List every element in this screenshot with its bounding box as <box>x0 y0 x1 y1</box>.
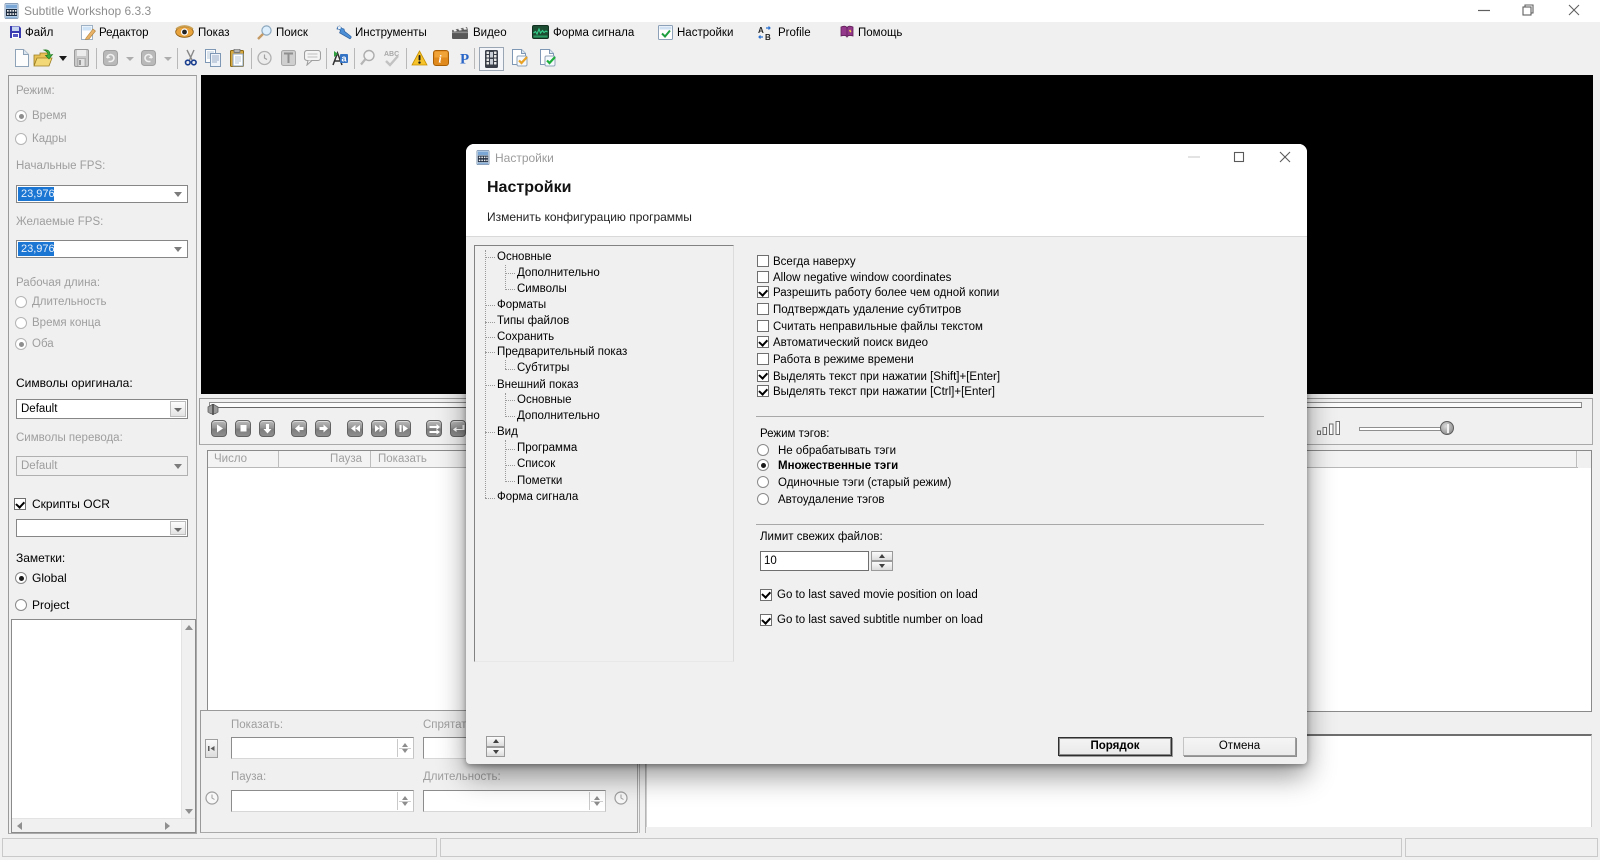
svg-text:P: P <box>460 52 469 67</box>
svg-text:B: B <box>765 33 771 41</box>
svg-text:A: A <box>758 26 764 35</box>
